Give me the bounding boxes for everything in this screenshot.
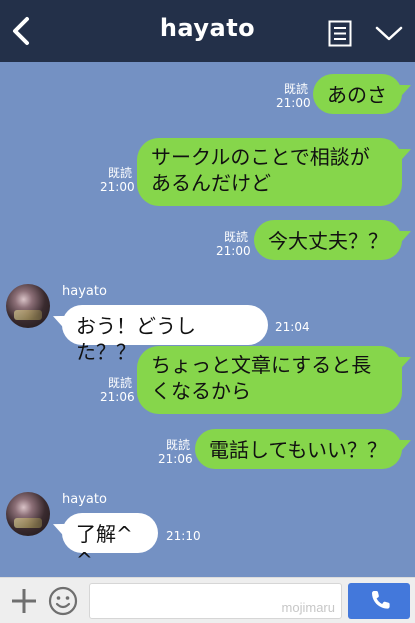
chevron-down-icon[interactable] xyxy=(374,24,404,44)
sender-name: hayato xyxy=(62,492,107,507)
plus-icon[interactable] xyxy=(10,587,38,615)
contact-avatar[interactable] xyxy=(6,284,50,328)
chat-area[interactable]: 既読 21:00 あのさ 既読 21:00 サークルのことで相談があるんだけど 既読… xyxy=(0,62,415,577)
message-bubble-sent[interactable]: サークルのことで相談があるんだけど xyxy=(137,138,402,206)
input-bar: mojimaru xyxy=(0,577,415,623)
message-bubble-sent[interactable]: 電話してもいい？？ xyxy=(195,429,402,469)
message-bubble-sent[interactable]: ちょっと文章にすると長くなるから xyxy=(137,346,402,414)
message-input[interactable]: mojimaru xyxy=(89,583,342,619)
message-text: 今大丈夫？？ xyxy=(268,229,388,253)
message-bubble-sent[interactable]: 今大丈夫？？ xyxy=(254,220,402,260)
read-receipt: 既読 21:00 xyxy=(216,230,251,258)
call-button[interactable] xyxy=(348,583,410,619)
contact-avatar[interactable] xyxy=(6,492,50,536)
message-bubble-sent[interactable]: あのさ xyxy=(313,74,402,114)
message-bubble-received[interactable]: おう！どうした？？ xyxy=(62,305,268,364)
message-text: 了解^ ^ xyxy=(76,522,133,572)
read-receipt: 既読 21:06 xyxy=(100,376,135,404)
message-time: 21:04 xyxy=(275,320,310,334)
message-text: ちょっと文章にすると長くなるから xyxy=(151,353,372,403)
chat-title: hayato xyxy=(159,14,256,42)
chat-header: hayato xyxy=(0,0,415,62)
message-time: 21:10 xyxy=(166,529,201,543)
read-receipt: 既読 21:00 xyxy=(276,82,311,110)
read-receipt: 既読 21:06 xyxy=(158,438,193,466)
emoji-icon[interactable] xyxy=(48,586,78,616)
message-bubble-received[interactable]: 了解^ ^ xyxy=(62,513,158,572)
message-text: あのさ xyxy=(327,83,387,107)
message-text: 電話してもいい？？ xyxy=(209,438,387,462)
phone-icon xyxy=(372,591,390,609)
message-text: サークルのことで相談があるんだけど xyxy=(151,145,370,195)
watermark-text: mojimaru xyxy=(281,600,335,615)
notes-menu-icon[interactable] xyxy=(328,20,352,47)
read-receipt: 既読 21:00 xyxy=(100,166,135,194)
sender-name: hayato xyxy=(62,284,107,299)
